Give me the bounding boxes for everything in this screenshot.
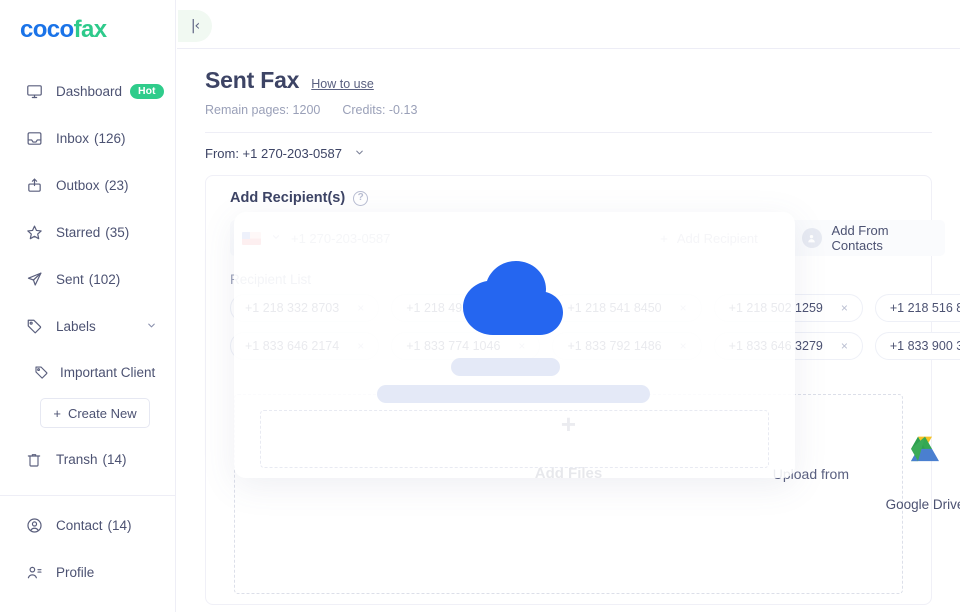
app-logo[interactable]: cocofax: [20, 18, 175, 42]
recipient-chip[interactable]: +1 833 900 3521×: [874, 332, 960, 360]
create-new-label: Create New: [67, 405, 137, 421]
sidebar-item-label: Dashboard: [56, 84, 123, 99]
star-icon: [24, 223, 44, 243]
page-meta: Remain pages: 1200 Credits: -0.13: [205, 103, 932, 117]
sidebar-item-profile[interactable]: Profile: [0, 549, 175, 596]
google-drive-label: Google Drive: [885, 497, 960, 512]
collapse-left-icon: |‹: [190, 18, 200, 34]
inbox-icon: [24, 129, 44, 149]
close-icon[interactable]: ×: [841, 301, 848, 315]
google-drive-icon: [904, 436, 946, 479]
sidebar-item-label: Contact: [56, 518, 103, 533]
profile-icon: [24, 563, 44, 583]
logo-part-1: coco: [20, 16, 74, 43]
sidebar-item-label: Inbox: [56, 131, 90, 146]
app-root: cocofax Dashboard Hot Inbox (126) Outbox…: [0, 0, 960, 612]
from-number-select[interactable]: From: +1 270-203-0587: [205, 146, 365, 161]
sidebar-item-count: (14): [102, 452, 127, 467]
sidebar-collapse-button[interactable]: |‹: [178, 10, 212, 42]
add-recipients-section-header: Add Recipient(s) ?: [206, 176, 931, 206]
sidebar: cocofax Dashboard Hot Inbox (126) Outbox…: [0, 0, 176, 612]
sidebar-divider: [0, 495, 175, 496]
recipient-chip-number: +1 218 516 8441: [889, 301, 960, 315]
sidebar-item-trash[interactable]: Transh (14): [0, 436, 175, 483]
status-badge-hot: Hot: [130, 83, 164, 100]
add-from-contacts-button[interactable]: Add From Contacts: [787, 220, 946, 256]
chevron-down-icon[interactable]: [146, 320, 157, 334]
sidebar-sublabel: Important Client: [60, 364, 156, 380]
sidebar-item-inbox[interactable]: Inbox (126): [0, 115, 175, 162]
sidebar-item-count: (126): [94, 131, 126, 146]
sidebar-item-dashboard[interactable]: Dashboard Hot: [0, 68, 175, 115]
loading-skeleton-bar: [451, 358, 560, 376]
sidebar-item-label: Transh: [56, 452, 98, 467]
sidebar-item-label: Outbox: [56, 178, 100, 193]
send-icon: [24, 270, 44, 290]
credits-text: Credits: -0.13: [342, 103, 418, 117]
sidebar-item-important-client[interactable]: Important Client: [0, 350, 175, 394]
contact-icon: [24, 516, 44, 536]
sidebar-item-label: Sent: [56, 272, 84, 287]
recipient-chip[interactable]: +1 218 516 8441×: [874, 294, 960, 322]
from-row: From: +1 270-203-0587: [177, 133, 960, 161]
sidebar-item-label: Profile: [56, 565, 95, 580]
from-number-label: From: +1 270-203-0587: [205, 146, 342, 161]
add-from-contacts-label: Add From Contacts: [831, 223, 889, 253]
sidebar-item-count: (23): [104, 178, 129, 193]
loading-skeleton-bar: [377, 385, 650, 403]
sidebar-item-count: (102): [88, 272, 121, 287]
topbar: [177, 0, 960, 48]
page-title: Sent Fax: [205, 67, 300, 93]
sidebar-item-label: Labels: [56, 319, 96, 334]
section-title: Add Recipient(s): [230, 190, 346, 206]
help-question-icon[interactable]: ?: [353, 190, 369, 206]
chevron-down-icon: [354, 147, 365, 161]
close-icon[interactable]: ×: [841, 339, 848, 353]
outbox-icon: [24, 176, 44, 196]
sidebar-item-contact[interactable]: Contact (14): [0, 502, 175, 549]
page-header: Sent Fax How to use Remain pages: 1200 C…: [177, 49, 960, 133]
tag-icon: [24, 317, 44, 337]
upload-overlay-panel: [234, 212, 795, 478]
logo-part-2: fax: [73, 16, 107, 43]
remain-pages-text: Remain pages: 1200: [205, 103, 321, 117]
sidebar-item-numbers[interactable]: Numbers: [0, 596, 175, 612]
cloud-upload-icon: [463, 261, 563, 339]
sidebar-item-labels[interactable]: Labels: [0, 303, 175, 350]
person-icon: [801, 228, 822, 248]
sidebar-item-outbox[interactable]: Outbox (23): [0, 162, 175, 209]
sidebar-nav: Dashboard Hot Inbox (126) Outbox (23) St…: [0, 68, 175, 612]
how-to-use-link[interactable]: How to use: [311, 77, 374, 91]
sidebar-item-count: (35): [105, 225, 130, 240]
monitor-icon: [24, 82, 44, 102]
sidebar-item-starred[interactable]: Starred (35): [0, 209, 175, 256]
trash-icon: [24, 450, 44, 470]
title-row: Sent Fax How to use: [205, 67, 932, 94]
sidebar-item-count: (14): [107, 518, 132, 533]
recipient-chip-number: +1 833 900 3521: [889, 339, 960, 353]
tag-icon: [32, 363, 50, 381]
plus-icon: +: [53, 405, 61, 421]
sidebar-item-sent[interactable]: Sent (102): [0, 256, 175, 303]
create-new-label-button[interactable]: + Create New: [40, 398, 150, 428]
google-drive-upload-button[interactable]: Google Drive: [845, 436, 960, 512]
sidebar-item-label: Starred: [56, 225, 101, 240]
overlay-dashed-region: [260, 410, 769, 468]
